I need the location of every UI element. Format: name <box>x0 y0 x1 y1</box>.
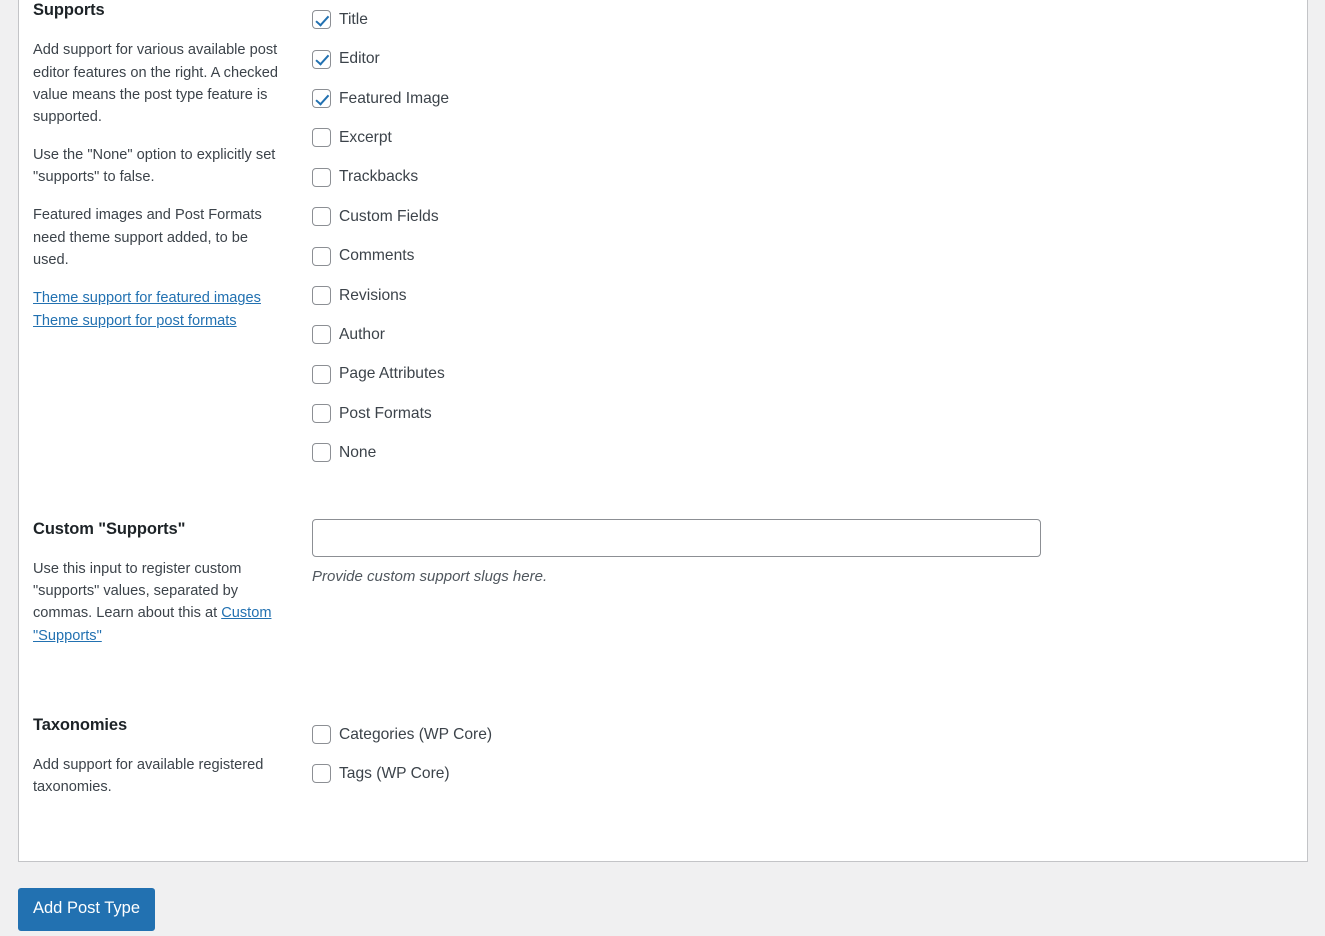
checkbox-icon[interactable] <box>312 364 331 384</box>
submit-area: Add Post Type <box>18 888 156 931</box>
taxonomy-option-label: Categories (WP Core) <box>339 725 493 743</box>
supports-option-author[interactable]: Author <box>312 315 1307 354</box>
supports-description-1: Add support for various available post e… <box>33 42 279 125</box>
checkbox-icon[interactable] <box>312 246 331 266</box>
checkbox-icon[interactable] <box>312 49 331 69</box>
supports-option-post-formats[interactable]: Post Formats <box>312 394 1307 433</box>
supports-option-label: Excerpt <box>339 129 392 147</box>
checkbox-icon[interactable] <box>312 10 331 30</box>
supports-option-title[interactable]: Title <box>312 0 1307 39</box>
supports-option-custom-fields[interactable]: Custom Fields <box>312 197 1307 236</box>
supports-option-page-attributes[interactable]: Page Attributes <box>312 355 1307 394</box>
supports-section-title: Supports <box>33 1 105 19</box>
supports-row: Supports Add support for various availab… <box>19 0 1307 473</box>
supports-option-revisions[interactable]: Revisions <box>312 276 1307 315</box>
supports-option-label: Custom Fields <box>339 207 439 225</box>
supports-option-excerpt[interactable]: Excerpt <box>312 118 1307 157</box>
custom-supports-input[interactable] <box>312 518 1041 557</box>
supports-checkbox-list: Title Editor Featured Image Excerpt Trac… <box>312 0 1307 473</box>
supports-description-column: Supports Add support for various availab… <box>19 0 281 332</box>
supports-option-label: None <box>339 444 377 462</box>
supports-option-label: Featured Image <box>339 89 450 107</box>
supports-description-3: Featured images and Post Formats need th… <box>33 207 262 268</box>
checkbox-icon[interactable] <box>312 404 331 424</box>
taxonomy-option-categories[interactable]: Categories (WP Core) <box>312 715 1307 754</box>
custom-supports-input-column: Provide custom support slugs here. <box>281 518 1307 587</box>
supports-option-none[interactable]: None <box>312 433 1307 472</box>
taxonomies-description-column: Taxonomies Add support for available reg… <box>19 715 281 799</box>
taxonomies-section-title: Taxonomies <box>33 715 128 734</box>
supports-option-label: Post Formats <box>339 404 432 422</box>
checkbox-icon[interactable] <box>312 325 331 345</box>
checkbox-icon[interactable] <box>312 88 331 108</box>
checkbox-icon[interactable] <box>312 128 331 148</box>
checkbox-icon[interactable] <box>312 207 331 227</box>
supports-option-label: Page Attributes <box>339 365 445 383</box>
taxonomy-option-label: Tags (WP Core) <box>339 765 450 783</box>
form-rows: Supports Add support for various availab… <box>19 0 1307 799</box>
supports-description-2: Use the "None" option to explicitly set … <box>33 147 276 186</box>
checkbox-icon[interactable] <box>312 167 331 187</box>
checkbox-icon[interactable] <box>312 443 331 463</box>
taxonomies-checkbox-list: Categories (WP Core) Tags (WP Core) <box>312 715 1307 794</box>
supports-option-featured-image[interactable]: Featured Image <box>312 79 1307 118</box>
taxonomies-row: Taxonomies Add support for available reg… <box>19 715 1307 799</box>
taxonomies-options-column: Categories (WP Core) Tags (WP Core) <box>281 715 1307 794</box>
supports-option-comments[interactable]: Comments <box>312 236 1307 275</box>
custom-supports-description-column: Custom "Supports" Use this input to regi… <box>19 519 281 647</box>
link-theme-support-featured-images[interactable]: Theme support for featured images <box>33 290 261 306</box>
custom-supports-description-text: Use this input to register custom "suppo… <box>33 561 242 622</box>
add-post-type-button[interactable]: Add Post Type <box>18 888 156 931</box>
checkbox-icon[interactable] <box>312 764 331 784</box>
checkbox-icon[interactable] <box>312 725 331 744</box>
supports-option-label: Revisions <box>339 286 407 304</box>
checkbox-icon[interactable] <box>312 285 331 305</box>
link-theme-support-post-formats[interactable]: Theme support for post formats <box>33 313 237 329</box>
supports-option-label: Comments <box>339 247 415 265</box>
custom-supports-row: Custom "Supports" Use this input to regi… <box>19 518 1307 647</box>
supports-option-trackbacks[interactable]: Trackbacks <box>312 158 1307 197</box>
custom-supports-description: Use this input to register custom "suppo… <box>33 558 281 647</box>
form-panel: Supports Add support for various availab… <box>18 0 1308 862</box>
supports-links: Theme support for featured images Theme … <box>33 287 281 332</box>
custom-supports-help-text: Provide custom support slugs here. <box>312 567 548 585</box>
taxonomy-option-tags[interactable]: Tags (WP Core) <box>312 754 1307 793</box>
supports-option-label: Editor <box>339 50 380 68</box>
taxonomies-description: Add support for available registered tax… <box>33 757 264 796</box>
custom-supports-section-title: Custom "Supports" <box>33 519 186 538</box>
supports-option-label: Author <box>339 326 385 344</box>
supports-option-label: Trackbacks <box>339 168 419 186</box>
supports-option-editor[interactable]: Editor <box>312 39 1307 78</box>
supports-options-column: Title Editor Featured Image Excerpt Trac… <box>281 0 1307 473</box>
supports-option-label: Title <box>339 10 368 28</box>
